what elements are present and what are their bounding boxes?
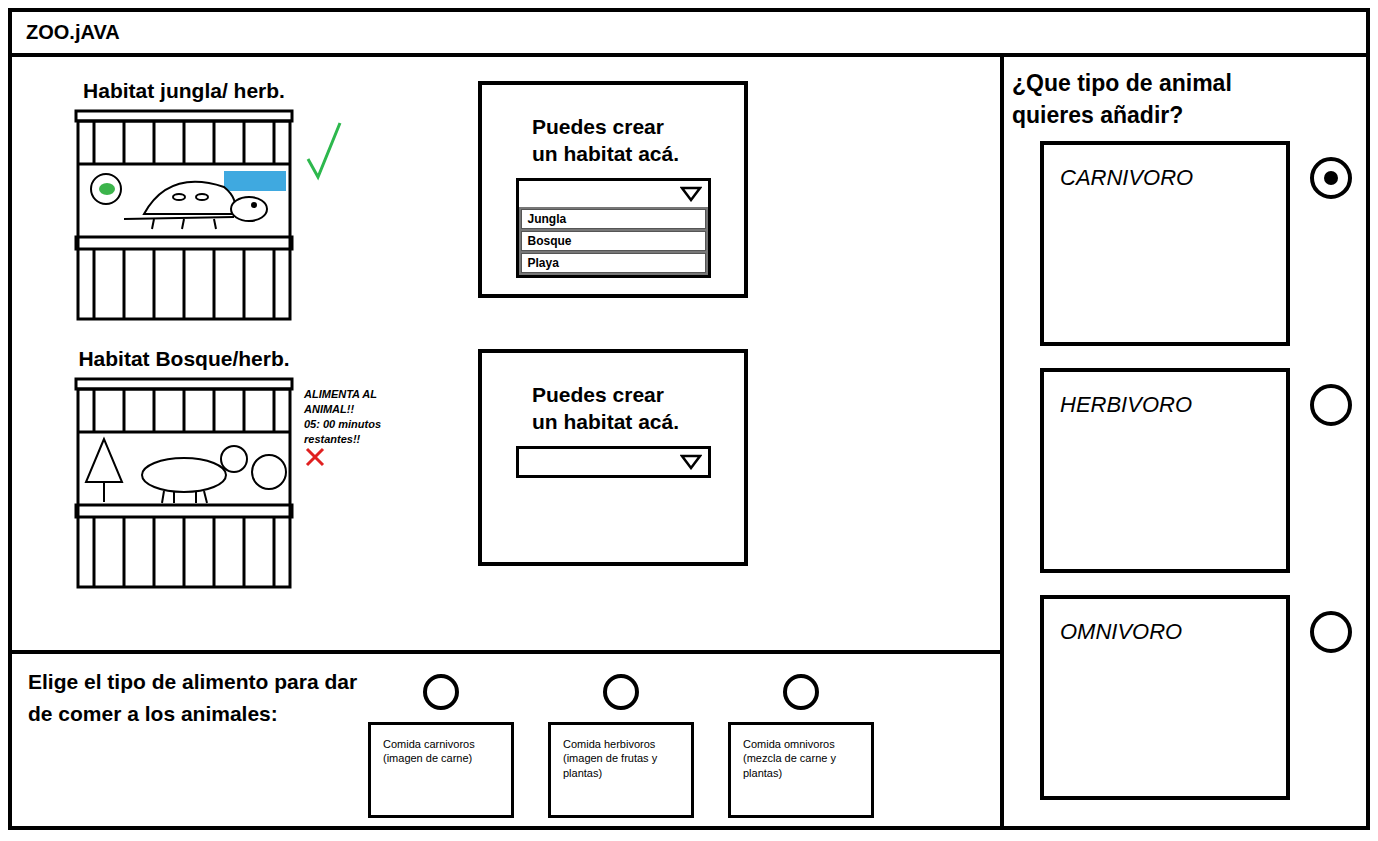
habitat-title: Habitat jungla/ herb. (83, 79, 285, 109)
animal-panel-title: ¿Que tipo de animal quieres añadir? (1012, 67, 1292, 131)
habitat-title: Habitat Bosque/herb. (78, 347, 289, 377)
food-panel: Elige el tipo de alimento para dar de co… (12, 650, 1000, 826)
animal-radio[interactable] (1310, 157, 1352, 199)
habitat-status: ALIMENTA AL ANIMAL!!05: 00 minutos resta… (298, 347, 478, 468)
habitat-area: Habitat jungla/ herb. Puedes crearun habi… (12, 57, 1000, 650)
food-card[interactable]: Comida herbivoros (imagen de frutas y pl… (548, 722, 694, 818)
food-radio[interactable] (603, 674, 639, 710)
habitat-select[interactable]: JunglaBosquePlaya (516, 178, 711, 278)
food-title: Elige el tipo de alimento para dar de co… (28, 666, 368, 826)
food-option[interactable]: Comida carnivoros (imagen de carne) (368, 674, 514, 826)
food-card[interactable]: Comida carnivoros (imagen de carne) (368, 722, 514, 818)
food-card[interactable]: Comida omnivoros (mezcla de carne y plan… (728, 722, 874, 818)
habitat-creator: Puedes crearun habitat acá. JunglaBosqueP… (478, 81, 748, 298)
check-icon (304, 119, 344, 181)
food-option[interactable]: Comida omnivoros (mezcla de carne y plan… (728, 674, 874, 826)
habitat-row: Habitat jungla/ herb. Puedes crearun habi… (70, 79, 1000, 321)
animal-option[interactable]: OMNIVORO (1040, 595, 1366, 800)
dropdown-option[interactable]: Bosque (521, 231, 706, 251)
animal-option[interactable]: CARNIVORO (1040, 141, 1366, 346)
animal-panel: ¿Que tipo de animal quieres añadir? CARNI… (1000, 57, 1366, 826)
dropdown-option[interactable]: Jungla (521, 209, 706, 229)
feed-alert: ALIMENTA AL ANIMAL!! (304, 387, 400, 417)
feed-timer: 05: 00 minutos restantes!! (304, 417, 400, 447)
dropdown-menu: JunglaBosquePlaya (519, 207, 708, 275)
habitat[interactable]: Habitat Bosque/herb. (70, 347, 298, 589)
food-radio[interactable] (783, 674, 819, 710)
dropdown-option[interactable]: Playa (521, 253, 706, 273)
creator-label: Puedes crearun habitat acá. (492, 113, 679, 168)
food-option[interactable]: Comida herbivoros (imagen de frutas y pl… (548, 674, 694, 826)
dropdown-arrow-icon[interactable] (680, 454, 702, 470)
creator-label: Puedes crearun habitat acá. (492, 381, 679, 436)
forest-cage-icon (74, 377, 294, 589)
animal-card[interactable]: HERBIVORO (1040, 368, 1290, 573)
habitat-creator: Puedes crearun habitat acá. (478, 349, 748, 566)
habitat-select[interactable] (516, 446, 711, 478)
animal-card[interactable]: CARNIVORO (1040, 141, 1290, 346)
animal-card[interactable]: OMNIVORO (1040, 595, 1290, 800)
app-title: ZOO.jAVA (12, 12, 1366, 57)
habitat-row: Habitat Bosque/herb. ALIMENTA AL ANIMAL!!… (70, 347, 1000, 589)
app-window: ZOO.jAVA Habitat jungla/ herb. Puedes crea… (8, 8, 1370, 830)
cross-icon (304, 446, 326, 468)
animal-option[interactable]: HERBIVORO (1040, 368, 1366, 573)
habitat-status (298, 79, 478, 181)
dropdown-arrow-icon[interactable] (680, 186, 702, 202)
food-radio[interactable] (423, 674, 459, 710)
jungle-cage-icon (74, 109, 294, 321)
page: ZOO.jAVA Habitat jungla/ herb. Puedes crea… (0, 0, 1378, 841)
animal-radio[interactable] (1310, 384, 1352, 426)
habitat[interactable]: Habitat jungla/ herb. (70, 79, 298, 321)
animal-radio[interactable] (1310, 611, 1352, 653)
